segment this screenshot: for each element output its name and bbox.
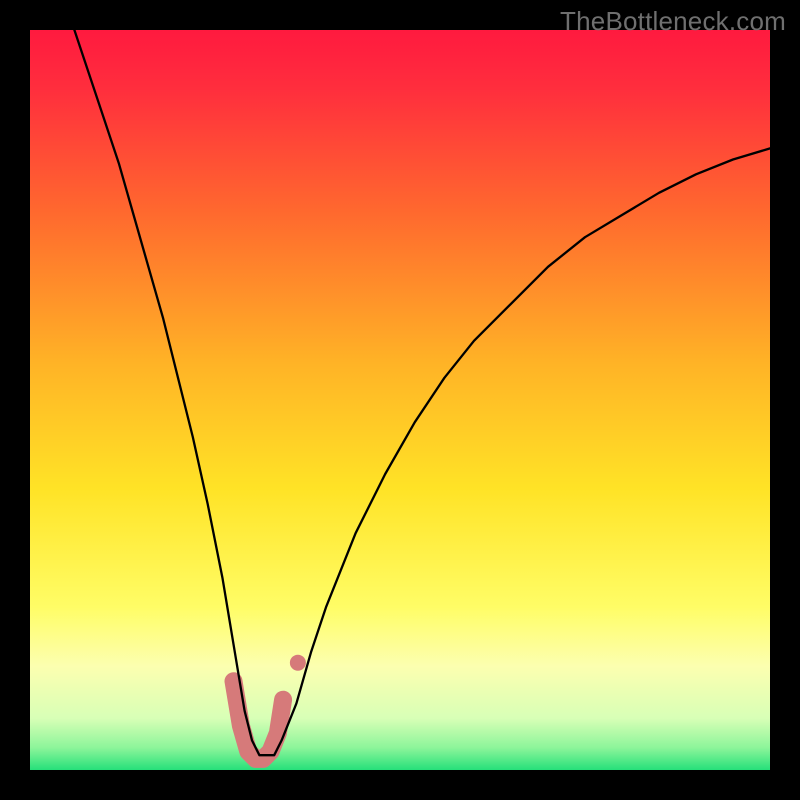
chart-frame: TheBottleneck.com [0,0,800,800]
curve-marker [290,655,306,671]
curve-layer [30,30,770,770]
plot-area [30,30,770,770]
bottleneck-curve [74,30,770,755]
watermark-text: TheBottleneck.com [560,6,786,37]
